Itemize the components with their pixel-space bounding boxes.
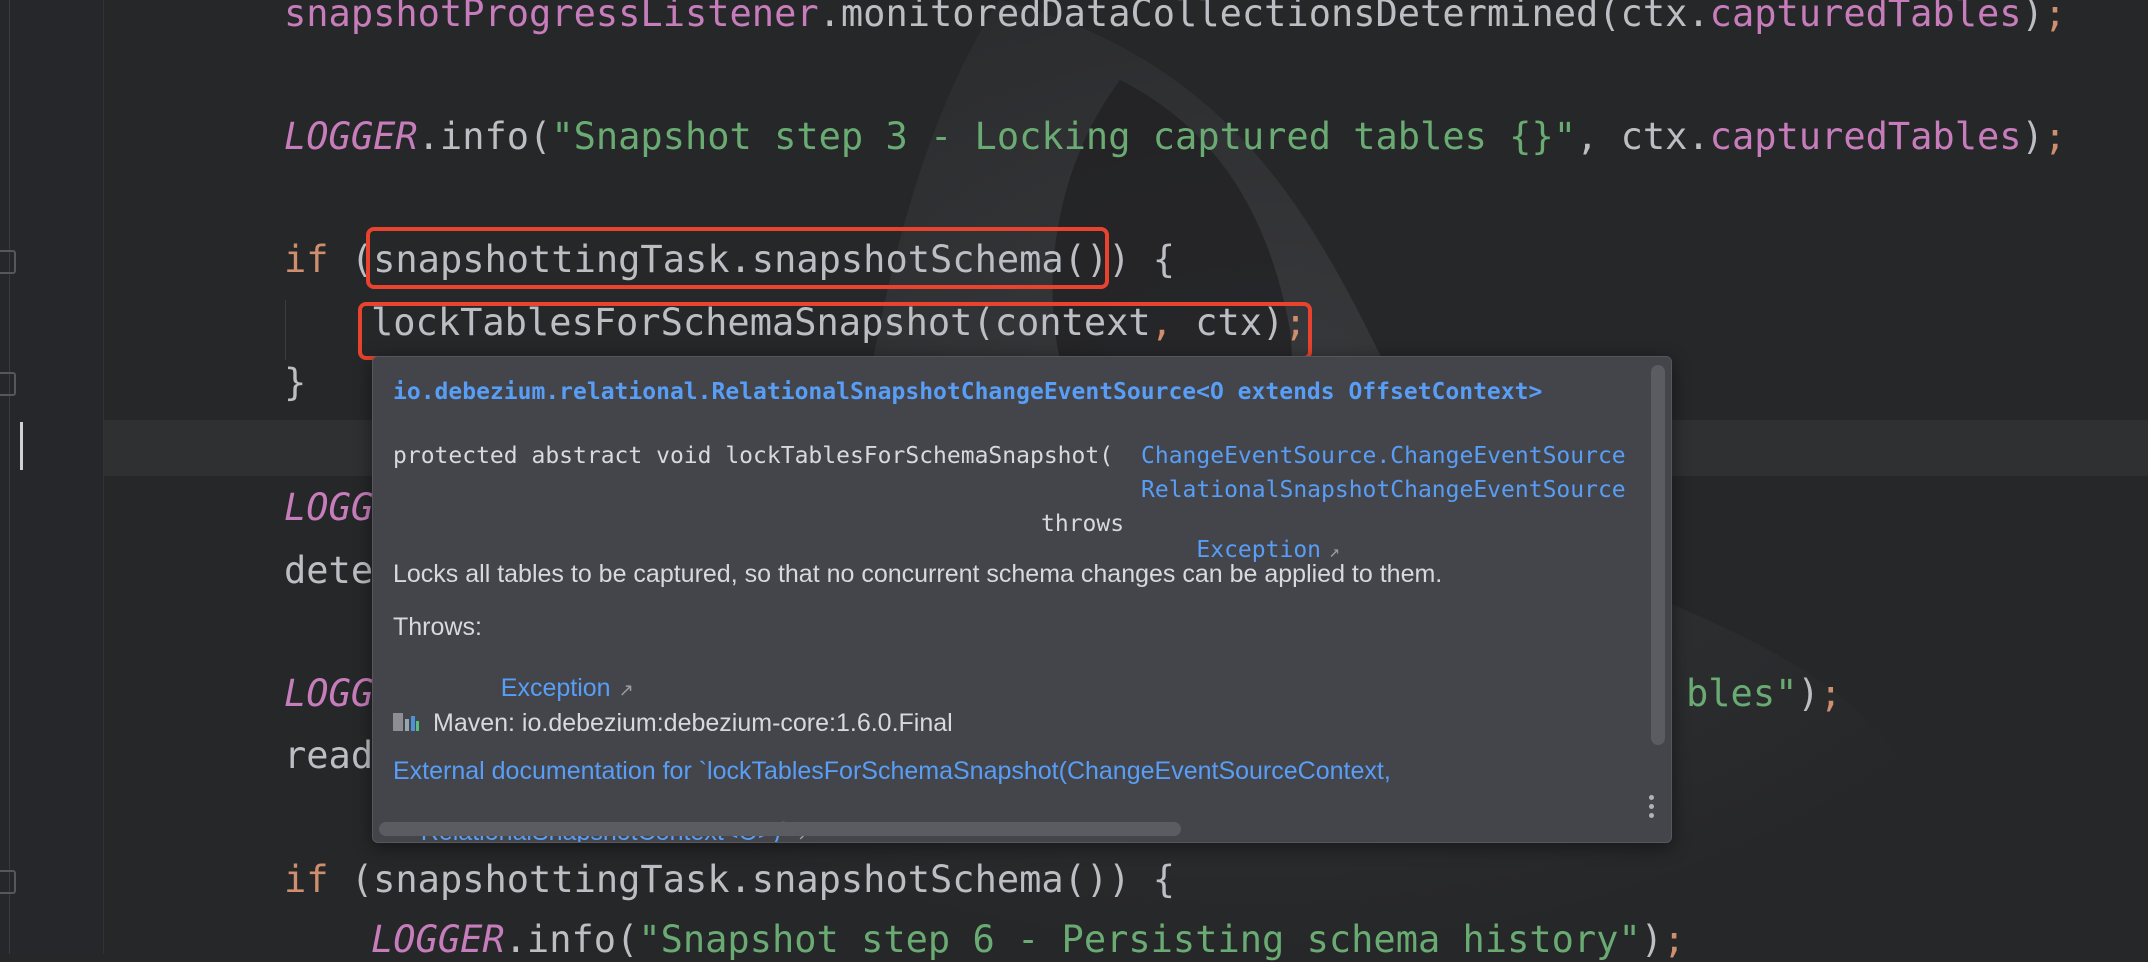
code-token: ; <box>2043 115 2067 158</box>
indent-guide <box>285 300 286 360</box>
doc-class-link[interactable]: io.debezium.relational.RelationalSnapsho… <box>393 379 1542 405</box>
fold-icon[interactable] <box>0 372 16 396</box>
code-token: ) <box>2021 115 2044 158</box>
doc-throws-keyword: throws <box>1041 511 1125 537</box>
code-line[interactable]: LOGGER.info("Snapshot step 3 - Locking c… <box>284 115 2066 159</box>
code-token: "Snapshot step 3 - Locking captured tabl… <box>551 115 1577 158</box>
code-token: "Snapshot step 6 - Persisting schema his… <box>638 918 1641 961</box>
code-token: LOGGER <box>371 918 505 961</box>
code-token: LOGG <box>284 672 374 715</box>
fold-icon[interactable] <box>0 250 16 274</box>
code-line[interactable]: snapshotProgressListener.monitoredDataCo… <box>284 0 2066 36</box>
popup-horizontal-scrollbar[interactable] <box>379 822 1181 836</box>
code-line[interactable]: dete <box>284 549 373 593</box>
code-token: ; <box>2043 0 2067 35</box>
code-token: if <box>284 238 329 281</box>
external-link-icon: ↗ <box>1329 541 1340 562</box>
doc-throws-item-link[interactable]: Exception <box>501 674 611 702</box>
code-token: .info( <box>417 115 552 158</box>
doc-throws-label: Throws: <box>393 613 482 641</box>
quick-documentation-popup[interactable]: io.debezium.relational.RelationalSnapsho… <box>372 356 1672 843</box>
code-token: LOGGER <box>284 115 418 158</box>
code-token: capturedTables <box>1709 115 2022 158</box>
highlight-box-method-call <box>358 302 1312 360</box>
fold-icon[interactable] <box>0 870 16 894</box>
doc-description: Locks all tables to be captured, so that… <box>393 560 1443 588</box>
code-line[interactable]: read <box>284 734 373 778</box>
code-line[interactable]: LOGG <box>284 486 373 530</box>
code-line[interactable]: bles"); <box>1686 672 1842 716</box>
editor-gutter <box>0 0 104 954</box>
code-token: snapshotProgressListener <box>284 0 819 35</box>
code-token: read <box>284 734 374 777</box>
code-token: } <box>284 361 307 404</box>
code-token: if <box>284 858 329 901</box>
code-token: bles" <box>1686 672 1798 715</box>
more-options-icon[interactable] <box>1649 795 1655 822</box>
code-token: .monitoredDataCollectionsDetermined(ctx. <box>818 0 1710 35</box>
code-line[interactable]: LOGGER.info("Snapshot step 6 - Persistin… <box>371 918 1685 962</box>
gutter-border <box>103 0 104 954</box>
doc-external-link[interactable]: External documentation for `lockTablesFo… <box>393 757 1391 786</box>
code-token: ) <box>1797 672 1820 715</box>
code-token: LOGG <box>284 486 374 529</box>
highlight-box-condition <box>366 227 1109 289</box>
doc-param-type-link[interactable]: ChangeEventSource.ChangeEventSource <box>1141 443 1626 469</box>
code-token: ) <box>2021 0 2044 35</box>
code-token: ; <box>1663 918 1686 961</box>
code-token: ; <box>1819 672 1842 715</box>
code-line[interactable]: LOGG <box>284 672 373 716</box>
code-token: (snapshottingTask.snapshotSchema()) { <box>328 858 1176 901</box>
doc-param-type-link[interactable]: RelationalSnapshotChangeEventSource <box>1141 477 1626 503</box>
text-caret <box>20 422 23 470</box>
code-token: capturedTables <box>1709 0 2022 35</box>
code-line[interactable]: } <box>284 361 306 405</box>
code-token: ) <box>1640 918 1664 961</box>
code-line[interactable]: if (snapshottingTask.snapshotSchema()) { <box>284 858 1175 902</box>
code-token: .info( <box>504 918 639 961</box>
popup-vertical-scrollbar[interactable] <box>1651 365 1665 745</box>
doc-maven-artifact: Maven: io.debezium:debezium-core:1.6.0.F… <box>433 709 953 737</box>
code-token: dete <box>284 549 374 592</box>
gutter-divider <box>9 0 10 954</box>
library-icon <box>393 713 419 731</box>
doc-signature-prefix: protected abstract void lockTablesForSch… <box>393 443 1114 469</box>
code-token: , ctx. <box>1576 115 1710 158</box>
external-link-icon: ↗ <box>618 680 634 700</box>
